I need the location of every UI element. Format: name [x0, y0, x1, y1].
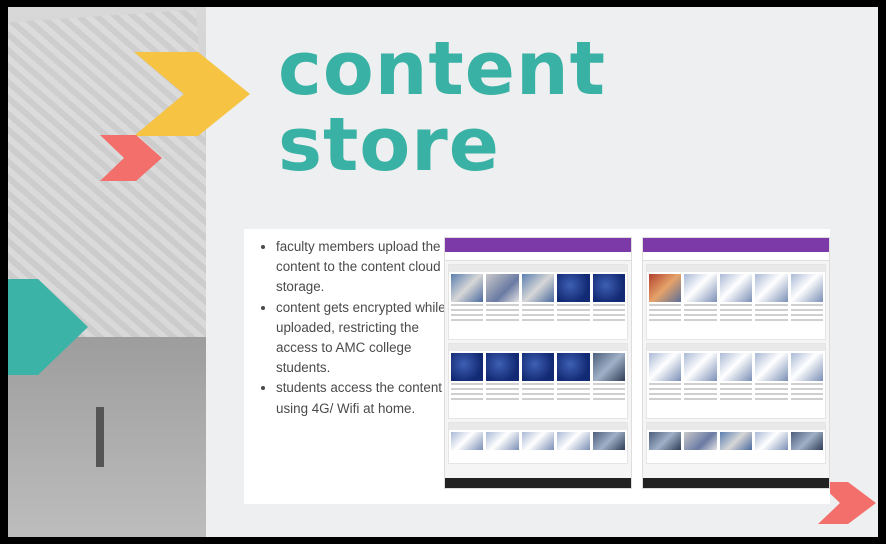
app-tabs: [445, 252, 631, 261]
content-section: [646, 264, 826, 340]
system-nav-bar: [643, 478, 829, 488]
screen-frame: content store faculty members upload the…: [0, 0, 886, 544]
bullet-item: students access the content using 4G/ Wi…: [276, 378, 454, 418]
bullet-list: faculty members upload the content to th…: [258, 237, 454, 419]
slide: content store faculty members upload the…: [8, 7, 878, 537]
chevron-right-icon: [134, 52, 250, 136]
content-section: [646, 343, 826, 419]
system-nav-bar: [445, 478, 631, 488]
chevron-right-icon: [100, 135, 162, 181]
app-bar: [643, 238, 829, 252]
title-line-1: content: [278, 26, 607, 112]
bullet-item: faculty members upload the content to th…: [276, 237, 454, 298]
content-card: faculty members upload the content to th…: [244, 229, 830, 504]
content-section: [448, 343, 628, 419]
content-section: [448, 422, 628, 464]
content-section: [448, 264, 628, 340]
chevron-right-icon: [8, 279, 88, 375]
app-screenshot-right: [642, 237, 830, 489]
app-bar: [445, 238, 631, 252]
app-tabs: [643, 252, 829, 261]
content-section: [646, 422, 826, 464]
bullet-item: content gets encrypted while uploaded, r…: [276, 298, 454, 379]
title-line-2: store: [278, 102, 500, 188]
photo-post: [96, 407, 104, 467]
slide-title: content store: [278, 31, 606, 183]
app-screenshot-left: [444, 237, 632, 489]
